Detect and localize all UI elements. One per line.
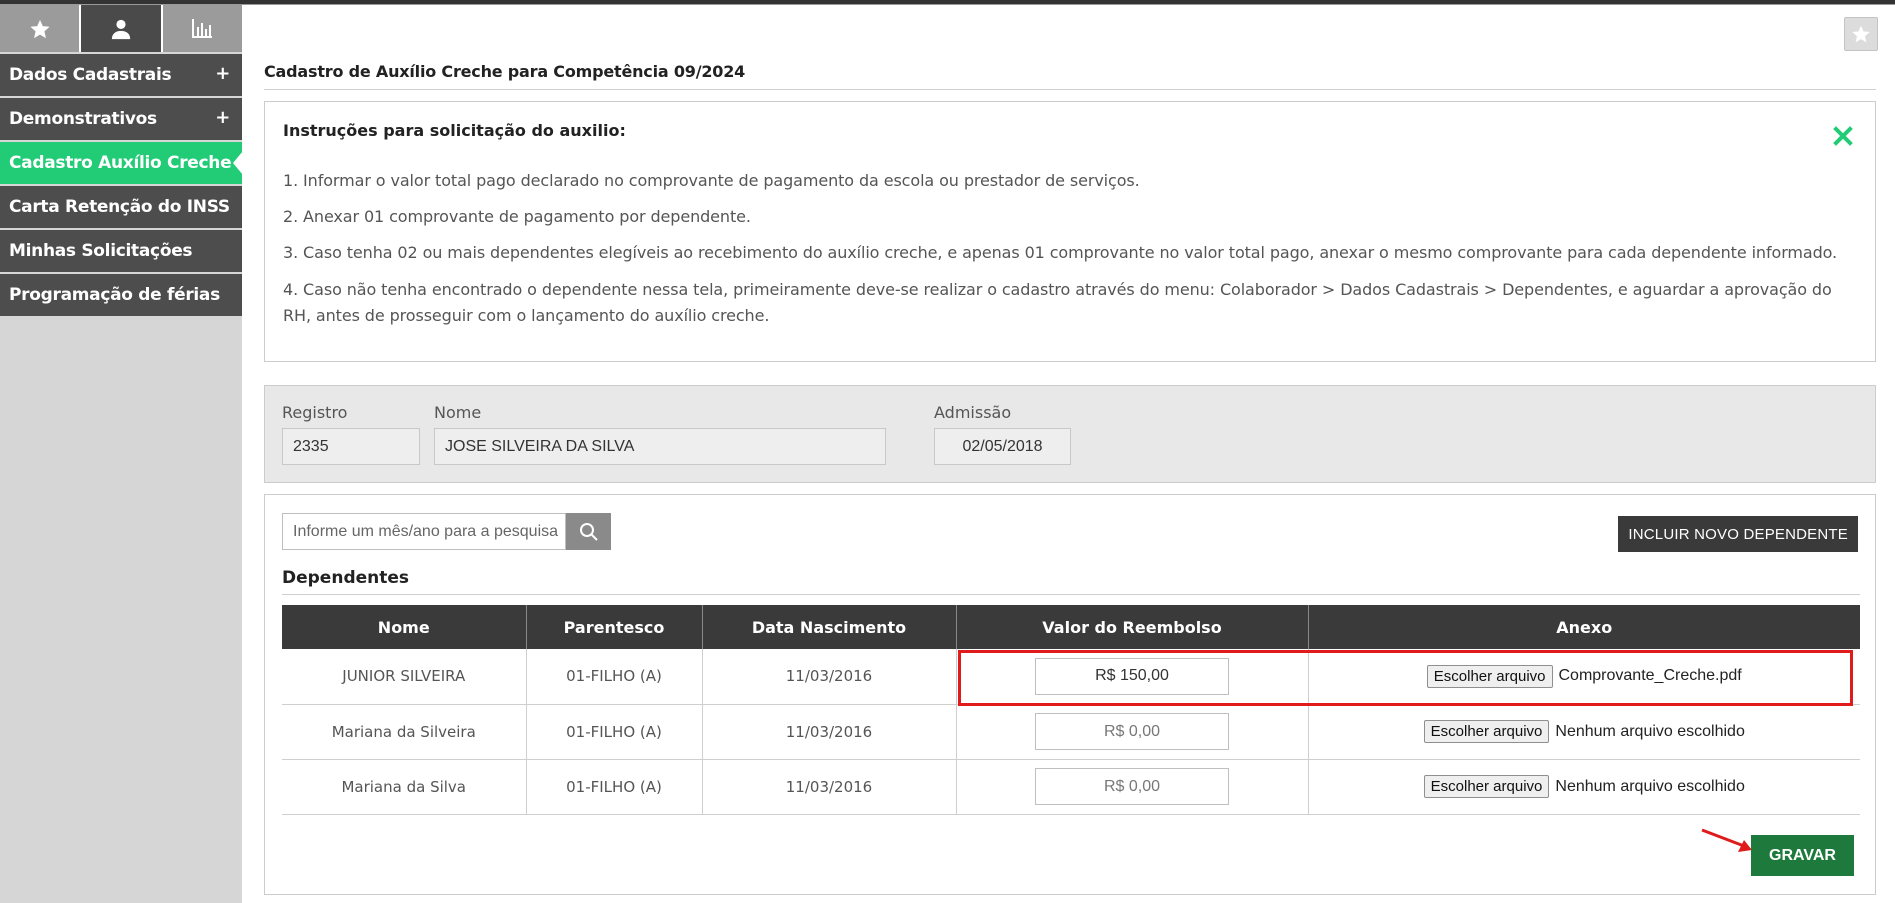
nome-field: JOSE SILVEIRA DA SILVA [434,428,886,465]
choose-file-button[interactable]: Escolher arquivo [1426,664,1553,688]
table-header-row: Nome Parentesco Data Nascimento Valor do… [282,605,1860,649]
table-row: JUNIOR SILVEIRA 01-FILHO (A) 11/03/2016 … [282,649,1861,705]
cell-nascimento: 11/03/2016 [702,704,957,760]
sidebar-item-dados-cadastrais[interactable]: Dados Cadastrais + [0,54,242,96]
sidebar-item-minhas-solicitacoes[interactable]: Minhas Solicitações [0,230,242,272]
registro-label: Registro [282,403,348,422]
column-header-valor-reembolso: Valor do Reembolso [956,605,1309,649]
nome-label: Nome [434,403,482,422]
cell-anexo: Escolher arquivo Nenhum arquivo escolhid… [1308,759,1861,815]
file-picker: Escolher arquivo Comprovante_Creche.pdf [1309,664,1861,688]
table-row: Mariana da Silveira 01-FILHO (A) 11/03/2… [282,704,1861,760]
sidebar-item-label: Carta Retenção do INSS [9,197,230,217]
instructions-panel: Instruções para solicitação do auxilio: … [264,101,1876,362]
instruction-line: 4. Caso não tenha encontrado o dependent… [283,280,1832,325]
page-title: Cadastro de Auxílio Creche para Competên… [264,62,746,81]
sidebar-item-label: Demonstrativos [9,109,157,129]
admissao-field: 02/05/2018 [934,428,1071,465]
top-border [0,0,1895,5]
sidebar-item-label: Minhas Solicitações [9,241,193,261]
reimbursement-value-input[interactable] [1035,657,1229,695]
tab-reports[interactable] [162,5,242,52]
cell-nome: JUNIOR SILVEIRA [282,649,527,705]
star-icon [1852,25,1870,43]
sidebar-item-programacao-ferias[interactable]: Programação de férias [0,274,242,316]
employee-info-panel: Registro 2335 Nome JOSE SILVEIRA DA SILV… [264,385,1876,483]
reimbursement-value-input[interactable] [1035,768,1229,805]
sidebar-item-label: Dados Cadastrais [9,65,172,85]
expand-icon: + [215,107,230,128]
instruction-line: 1. Informar o valor total pago declarado… [283,171,1140,190]
dependents-table: Nome Parentesco Data Nascimento Valor do… [282,605,1860,815]
cell-parentesco: 01-FILHO (A) [526,649,703,705]
search-input[interactable] [282,513,566,550]
close-icon[interactable] [1833,126,1853,150]
cell-nascimento: 11/03/2016 [702,649,957,705]
file-name: Comprovante_Creche.pdf [1558,667,1742,685]
file-name: Nenhum arquivo escolhido [1555,722,1745,740]
sidebar-item-label: Programação de férias [9,285,220,305]
admissao-label: Admissão [934,403,1012,422]
search-button[interactable] [566,513,611,550]
bar-chart-icon [192,18,213,38]
table-row: Mariana da Silva 01-FILHO (A) 11/03/2016… [282,759,1861,815]
sidebar-item-label: Cadastro Auxílio Creche [9,153,232,173]
column-header-parentesco: Parentesco [526,605,703,649]
cell-nascimento: 11/03/2016 [702,759,957,815]
dependents-panel: INCLUIR NOVO DEPENDENTE Dependentes Nome… [264,494,1876,895]
star-icon [30,19,50,38]
column-header-nome: Nome [282,605,527,649]
reimbursement-value-input[interactable] [1035,713,1229,750]
sidebar-item-demonstrativos[interactable]: Demonstrativos + [0,98,242,140]
favorite-button[interactable] [1844,17,1878,51]
column-header-data-nascimento: Data Nascimento [702,605,957,649]
cell-valor [956,649,1309,705]
sidebar: Dados Cadastrais + Demonstrativos + Cada… [0,5,243,903]
dependents-title: Dependentes [282,568,410,588]
instruction-line: 2. Anexar 01 comprovante de pagamento po… [283,207,751,226]
cell-anexo: Escolher arquivo Nenhum arquivo escolhid… [1308,704,1861,760]
cell-valor [956,704,1309,760]
instruction-line: 3. Caso tenha 02 ou mais dependentes ele… [283,243,1838,262]
divider [264,89,1876,90]
cell-nome: Mariana da Silva [282,759,527,815]
add-dependent-button[interactable]: INCLUIR NOVO DEPENDENTE [1618,516,1858,552]
instructions-title: Instruções para solicitação do auxilio: [283,121,626,140]
choose-file-button[interactable]: Escolher arquivo [1423,720,1550,743]
search-icon [579,522,598,541]
divider [282,594,1860,595]
cell-valor [956,759,1309,815]
expand-icon: + [215,63,230,84]
tab-favorites[interactable] [0,5,82,52]
search-bar [282,513,611,550]
file-picker: Escolher arquivo Nenhum arquivo escolhid… [1309,720,1861,743]
sidebar-menu: Dados Cadastrais + Demonstrativos + Cada… [0,54,243,316]
sidebar-item-carta-retencao-inss[interactable]: Carta Retenção do INSS [0,186,242,228]
sidebar-item-cadastro-auxilio-creche[interactable]: Cadastro Auxílio Creche [0,142,243,184]
column-header-anexo: Anexo [1308,605,1860,649]
tab-profile[interactable] [81,5,163,52]
save-button[interactable]: GRAVAR [1751,835,1854,876]
sidebar-tabs [0,5,242,52]
cell-anexo: Escolher arquivo Comprovante_Creche.pdf [1308,649,1861,705]
cell-parentesco: 01-FILHO (A) [526,704,703,760]
file-picker: Escolher arquivo Nenhum arquivo escolhid… [1309,775,1861,798]
cell-nome: Mariana da Silveira [282,704,527,760]
cell-parentesco: 01-FILHO (A) [526,759,703,815]
registro-field: 2335 [282,428,420,465]
user-icon [111,19,131,39]
file-name: Nenhum arquivo escolhido [1555,777,1745,795]
choose-file-button[interactable]: Escolher arquivo [1423,775,1550,798]
